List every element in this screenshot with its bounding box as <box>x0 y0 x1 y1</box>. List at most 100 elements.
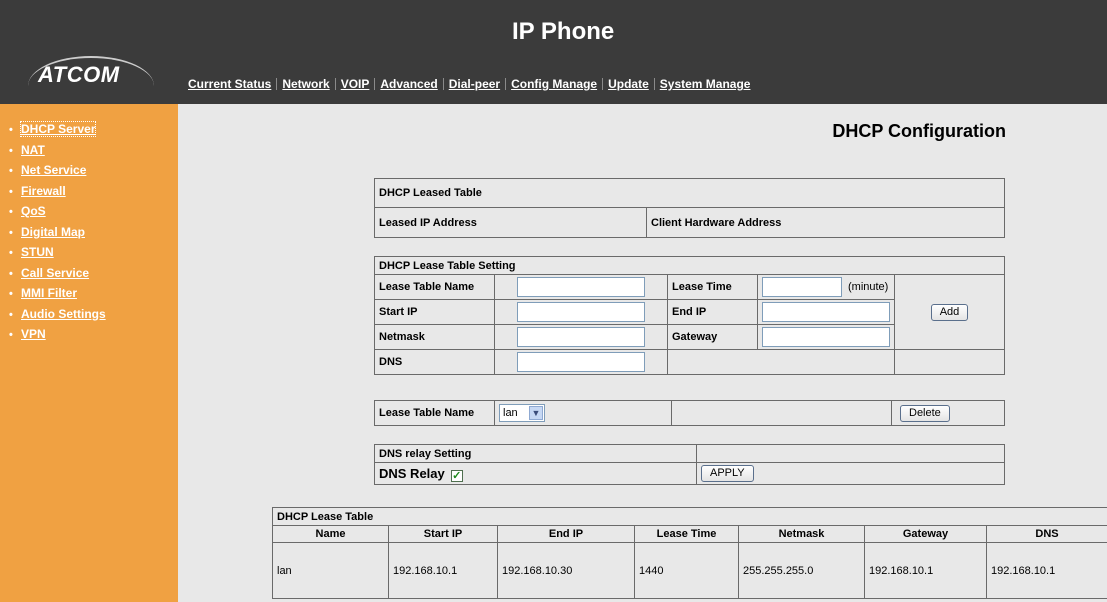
dns-label: DNS <box>374 349 495 375</box>
lease-time-unit: (minute) <box>848 281 889 293</box>
sidebar-menu: • DHCP Server • NAT • Net Service • Firewall… <box>0 104 178 348</box>
lease-table-name-input[interactable] <box>517 277 645 297</box>
lease-table-title: DHCP Lease Table <box>272 507 1107 526</box>
sidebar-link-qos[interactable]: QoS <box>21 204 46 218</box>
client-mac-header: Client Hardware Address <box>646 207 1005 238</box>
dns-input[interactable] <box>517 352 645 372</box>
col-header-lease-time: Lease Time <box>634 525 739 543</box>
netmask-label: Netmask <box>374 324 495 350</box>
bullet-icon: • <box>9 165 13 177</box>
lease-time-label: Lease Time <box>667 274 758 300</box>
sidebar-link-stun[interactable]: STUN <box>21 245 54 259</box>
lease-table-name-selected: lan <box>503 407 518 419</box>
sidebar-link-digital-map[interactable]: Digital Map <box>21 225 85 239</box>
delete-lease-table: Lease Table Name lan ▼ Delete <box>374 400 1005 426</box>
end-ip-label: End IP <box>667 299 758 325</box>
sidebar-item-vpn: • VPN <box>9 327 178 348</box>
page-title: DHCP Configuration <box>832 121 1006 141</box>
sidebar-link-call-service[interactable]: Call Service <box>21 266 89 280</box>
cell-end-ip: 192.168.10.30 <box>497 542 635 599</box>
app-title: IP Phone <box>512 18 615 45</box>
sidebar-item-dhcp-server: • DHCP Server <box>9 121 178 143</box>
nav-current-status[interactable]: Current Status <box>188 77 271 91</box>
apply-button[interactable]: APPLY <box>701 465 754 482</box>
delete-lease-name-label: Lease Table Name <box>374 400 495 426</box>
lease-time-input[interactable] <box>762 277 842 297</box>
nav-divider <box>442 78 444 90</box>
cell-gateway: 192.168.10.1 <box>864 542 987 599</box>
dhcp-leased-table: DHCP Leased Table Leased IP Address Clie… <box>374 178 1005 238</box>
main-content: DHCP Configuration DHCP Leased Table Lea… <box>178 104 1107 602</box>
add-button[interactable]: Add <box>930 303 969 321</box>
sidebar-item-call-service: • Call Service <box>9 266 178 287</box>
dhcp-lease-table: DHCP Lease Table Name Start IP End IP Le… <box>272 507 1107 599</box>
sidebar-link-audio-settings[interactable]: Audio Settings <box>21 307 106 321</box>
dns-relay-table: DNS relay Setting DNS Relay ✓ APPLY <box>374 444 1005 485</box>
sidebar-item-nat: • NAT <box>9 143 178 164</box>
empty-cell <box>671 400 892 426</box>
sidebar-link-mmi-filter[interactable]: MMI Filter <box>21 286 77 300</box>
col-header-netmask: Netmask <box>738 525 865 543</box>
add-button-cell: Add <box>894 274 1005 350</box>
lease-time-cell: (minute) <box>757 274 895 300</box>
sidebar-item-firewall: • Firewall <box>9 184 178 205</box>
col-header-start-ip: Start IP <box>388 525 498 543</box>
nav-divider <box>374 78 376 90</box>
sidebar-item-digital-map: • Digital Map <box>9 225 178 246</box>
nav-config-manage[interactable]: Config Manage <box>511 77 597 91</box>
dns-relay-cell: DNS Relay ✓ <box>374 462 697 485</box>
bullet-icon: • <box>9 206 13 218</box>
dns-relay-title: DNS relay Setting <box>374 444 697 463</box>
nav-divider <box>653 78 655 90</box>
nav-update[interactable]: Update <box>608 77 649 91</box>
sidebar-link-nat[interactable]: NAT <box>21 143 45 157</box>
start-ip-cell <box>494 299 668 325</box>
cell-start-ip: 192.168.10.1 <box>388 542 498 599</box>
start-ip-input[interactable] <box>517 302 645 322</box>
end-ip-input[interactable] <box>762 302 890 322</box>
cell-name: lan <box>272 542 389 599</box>
empty-cell <box>667 349 895 375</box>
sidebar-link-dhcp-server[interactable]: DHCP Server <box>19 121 97 137</box>
delete-button[interactable]: Delete <box>900 404 950 422</box>
cell-dns: 192.168.10.1 <box>986 542 1107 599</box>
cell-netmask: 255.255.255.0 <box>738 542 865 599</box>
bullet-icon: • <box>9 288 13 300</box>
lease-setting-title: DHCP Lease Table Setting <box>374 256 1005 275</box>
sidebar-item-net-service: • Net Service <box>9 163 178 184</box>
sidebar-item-stun: • STUN <box>9 245 178 266</box>
col-header-name: Name <box>272 525 389 543</box>
nav-advanced[interactable]: Advanced <box>380 77 437 91</box>
gateway-input[interactable] <box>762 327 890 347</box>
lease-table-name-label: Lease Table Name <box>374 274 495 300</box>
delete-lease-select-cell: lan ▼ <box>494 400 672 426</box>
bullet-icon: • <box>9 226 13 239</box>
nav-voip[interactable]: VOIP <box>341 77 370 91</box>
bullet-icon: • <box>9 185 13 198</box>
delete-button-cell: Delete <box>891 400 1005 426</box>
sidebar-link-firewall[interactable]: Firewall <box>21 184 66 198</box>
nav-divider <box>505 78 507 90</box>
gateway-cell <box>757 324 895 350</box>
lease-table-name-select[interactable]: lan ▼ <box>499 404 545 422</box>
netmask-input[interactable] <box>517 327 645 347</box>
start-ip-label: Start IP <box>374 299 495 325</box>
chevron-down-icon: ▼ <box>529 406 543 420</box>
nav-dial-peer[interactable]: Dial-peer <box>449 77 500 91</box>
sidebar-link-net-service[interactable]: Net Service <box>21 163 86 177</box>
cell-lease-time: 1440 <box>634 542 739 599</box>
table-row: lan 192.168.10.1 192.168.10.30 1440 255.… <box>272 542 1107 599</box>
sidebar-link-vpn[interactable]: VPN <box>21 327 46 341</box>
sidebar-item-audio-settings: • Audio Settings <box>9 307 178 328</box>
sidebar: • DHCP Server • NAT • Net Service • Firewall… <box>0 104 178 602</box>
dns-relay-label: DNS Relay <box>379 465 445 481</box>
dns-cell <box>494 349 668 375</box>
sidebar-item-mmi-filter: • MMI Filter <box>9 286 178 307</box>
nav-network[interactable]: Network <box>282 77 329 91</box>
dns-relay-checkbox[interactable]: ✓ <box>450 469 463 482</box>
lease-table-setting: DHCP Lease Table Setting Lease Table Nam… <box>374 256 1005 375</box>
logo-area: ATCOM <box>0 0 178 104</box>
bullet-icon: • <box>9 124 13 136</box>
nav-system-manage[interactable]: System Manage <box>660 77 751 91</box>
bullet-icon: • <box>9 267 13 280</box>
